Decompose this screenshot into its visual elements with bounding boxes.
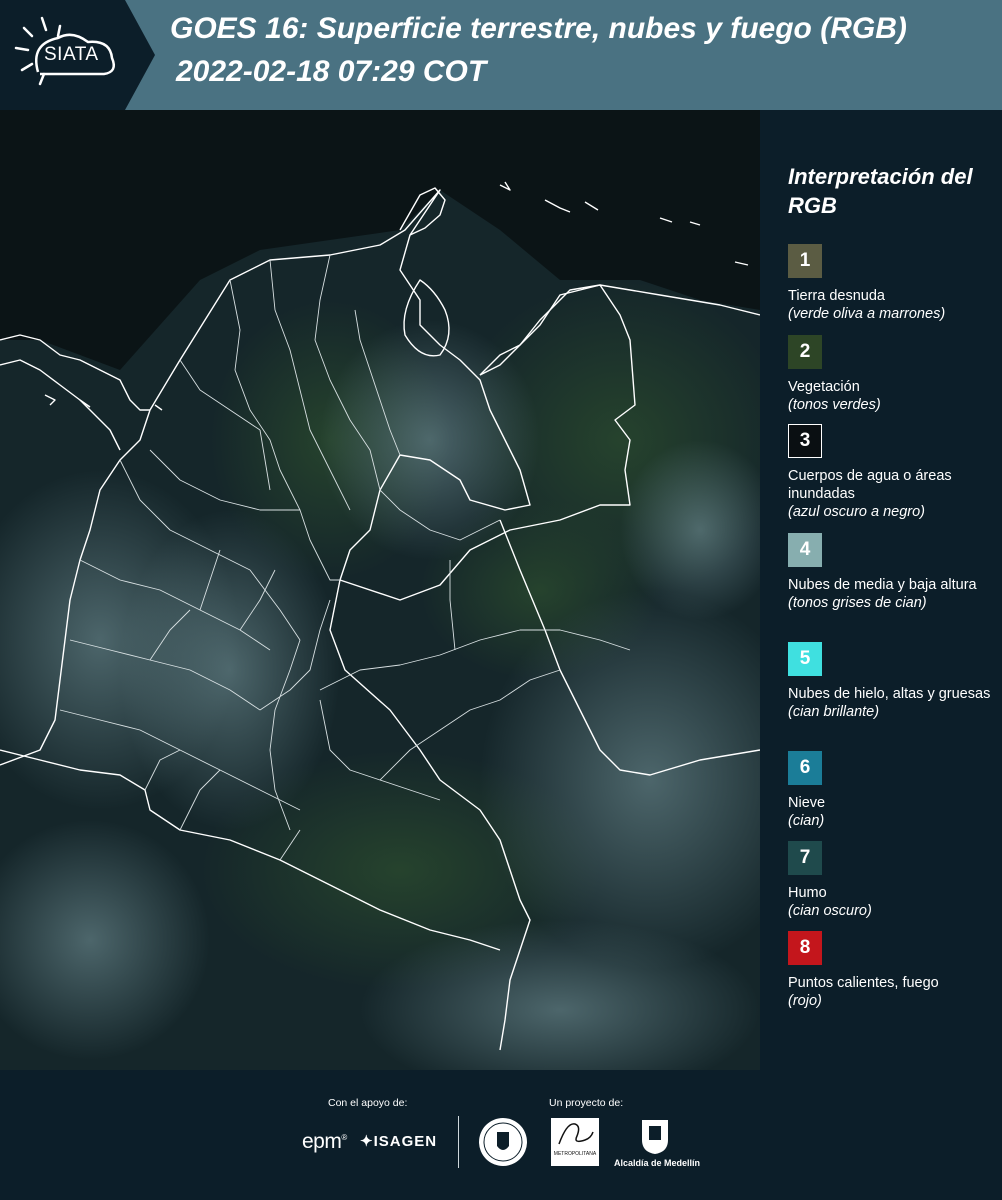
legend-item-label: Puntos calientes, fuego: [788, 975, 939, 991]
legend-item-ice-clouds: 5 Nubes de hielo, altas y gruesas (cian …: [788, 642, 998, 721]
page-title: GOES 16: Superficie terrestre, nubes y f…: [170, 12, 907, 45]
footer: Con el apoyo de: Un proyecto de: epm® ✦I…: [0, 1070, 1002, 1200]
legend-item-vegetation: 2 Vegetación (tonos verdes): [788, 335, 998, 414]
legend-item-label: Cuerpos de agua o áreas inundadas: [788, 468, 952, 502]
legend-swatch: 1: [788, 244, 822, 278]
area-metropolitana-text: METROPOLITANA: [553, 1151, 597, 1157]
legend-item-note: (azul oscuro a negro): [788, 504, 926, 520]
legend-item-note: (cian oscuro): [788, 903, 872, 919]
alcaldia-medellin-text: Alcaldía de Medellín: [613, 1158, 701, 1168]
area-metropolitana-icon: [558, 1123, 594, 1145]
legend-item-label: Vegetación: [788, 379, 860, 395]
header: SIATA GOES 16: Superficie terrestre, nub…: [0, 0, 1002, 110]
legend-item-low-clouds: 4 Nubes de media y baja altura (tonos gr…: [788, 533, 998, 612]
isagen-logo-text: ISAGEN: [373, 1133, 438, 1150]
legend-item-snow: 6 Nieve (cian): [788, 751, 998, 830]
support-label: Con el apoyo de:: [328, 1097, 408, 1109]
legend-item-note: (verde oliva a marrones): [788, 306, 946, 322]
registered-icon: ®: [341, 1133, 347, 1142]
legend-swatch: 2: [788, 335, 822, 369]
legend-swatch: 4: [788, 533, 822, 567]
footer-divider: [458, 1116, 459, 1168]
legend-item-note: (rojo): [788, 993, 822, 1009]
siata-logo[interactable]: SIATA: [0, 0, 155, 110]
legend-swatch: 7: [788, 841, 822, 875]
legend-swatch: 3: [788, 424, 822, 458]
legend-swatch: 6: [788, 751, 822, 785]
legend-item-label: Nieve: [788, 795, 826, 811]
satellite-map[interactable]: [0, 110, 760, 1070]
legend-item-bare-soil: 1 Tierra desnuda (verde oliva a marrones…: [788, 244, 998, 323]
legend-title: Interpretación del RGB: [788, 164, 973, 218]
legend-item-smoke: 7 Humo (cian oscuro): [788, 841, 998, 920]
map-canvas: [0, 110, 760, 1070]
legend-item-note: (tonos verdes): [788, 397, 881, 413]
legend-item-label: Humo: [788, 885, 827, 901]
medellin-shield-icon[interactable]: [640, 1118, 670, 1156]
legend-swatch: 8: [788, 931, 822, 965]
legend-item-fire: 8 Puntos calientes, fuego (rojo): [788, 931, 998, 1010]
legend-item-note: (cian brillante): [788, 704, 880, 720]
legend-swatch: 5: [788, 642, 822, 676]
legend-item-label: Tierra desnuda: [788, 288, 885, 304]
project-label: Un proyecto de:: [549, 1097, 624, 1109]
legend-item-note: (tonos grises de cian): [788, 595, 927, 611]
area-metropolitana-logo[interactable]: METROPOLITANA: [551, 1118, 599, 1166]
siata-logo-text: SIATA: [44, 44, 99, 65]
legend-item-label: Nubes de media y baja altura: [788, 577, 977, 593]
epm-logo[interactable]: epm®: [302, 1130, 347, 1154]
isagen-star-icon: ✦: [360, 1133, 374, 1150]
epm-logo-text: epm: [302, 1130, 342, 1153]
page-timestamp: 2022-02-18 07:29 COT: [176, 55, 487, 88]
legend-item-note: (cian): [788, 813, 825, 829]
seal-logo[interactable]: [477, 1116, 529, 1168]
legend-item-label: Nubes de hielo, altas y gruesas: [788, 686, 991, 702]
legend-panel: Interpretación del RGB 1 Tierra desnuda …: [760, 110, 1002, 1070]
isagen-logo[interactable]: ✦ISAGEN: [360, 1132, 437, 1150]
legend-item-water: 3 Cuerpos de agua o áreas inundadas (azu…: [788, 424, 998, 521]
